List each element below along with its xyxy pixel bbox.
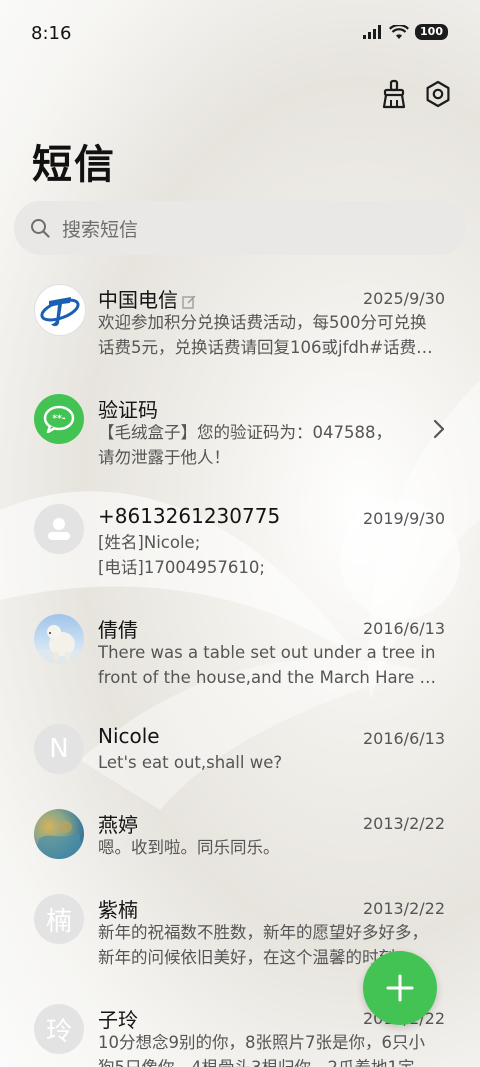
conversation-item[interactable]: +8613261230775 2019/9/30 [姓名]Nicole; [电话…: [0, 492, 480, 602]
contact-name: 倩倩: [98, 618, 138, 642]
person-icon: [48, 518, 70, 540]
search-placeholder: 搜索短信: [62, 218, 139, 241]
message-preview: There was a table set out under a tree i…: [98, 643, 446, 687]
settings-button[interactable]: [420, 76, 456, 112]
conversation-item[interactable]: 中国电信 2025/9/30 欢迎参加积分兑换话费活动，每500分可兑换 话费5…: [0, 272, 480, 382]
edit-icon: [182, 295, 196, 309]
avatar-photo: [34, 821, 84, 859]
chevron-right-icon: [433, 419, 445, 439]
message-date: 2025/9/30: [362, 289, 445, 308]
status-bar: 8:16 100: [0, 0, 480, 68]
battery-indicator: 100: [415, 24, 448, 40]
settings-icon: [426, 80, 450, 108]
message-preview: [姓名]Nicole; [电话]17004957610;: [98, 533, 265, 577]
svg-text:**-: **-: [52, 414, 65, 424]
avatar: N: [34, 724, 84, 774]
message-preview: 【毛绒盒子】您的验证码为：047588， 请勿泄露于他人！: [98, 423, 392, 467]
avatar: [34, 809, 84, 859]
contact-name: 中国电信: [98, 288, 178, 312]
message-date: 2016/6/13: [362, 619, 445, 638]
polar-bear-photo: [34, 625, 84, 664]
avatar: [34, 614, 84, 664]
wifi-icon: [389, 24, 410, 39]
contact-name: Nicole: [98, 724, 160, 748]
avatar: **-: [34, 394, 84, 444]
message-preview: 欢迎参加积分兑换话费活动，每500分可兑换 话费5元，兑换话费请回复106或jf…: [98, 313, 433, 357]
conversation-item[interactable]: 倩倩 2016/6/13 There was a table set out u…: [0, 602, 480, 712]
message-date: 2019/9/30: [362, 509, 445, 528]
contact-name: +8613261230775: [98, 504, 281, 528]
conversation-item[interactable]: **- 验证码 【毛绒盒子】您的验证码为：047588， 请勿泄露于他人！: [0, 382, 480, 492]
china-telecom-logo: [40, 297, 80, 327]
message-date: 2016/6/13: [362, 729, 445, 748]
contact-name: 紫楠: [98, 898, 138, 922]
page-title: 短信: [32, 142, 116, 188]
avatar: 楠: [34, 894, 84, 944]
message-date: 2013/2/22: [362, 814, 445, 833]
search-bar[interactable]: 搜索短信: [14, 201, 466, 255]
avatar: [34, 504, 84, 554]
contact-name: 子玲: [98, 1008, 138, 1032]
contact-name: 燕婷: [98, 813, 138, 837]
message-date: 2013/2/22: [362, 899, 445, 918]
message-preview: Let's eat out,shall we?: [98, 753, 283, 772]
contact-name: 验证码: [98, 398, 158, 422]
broom-icon: [382, 79, 406, 109]
plus-icon: [386, 974, 414, 1002]
signal-icon: [363, 25, 382, 39]
status-time: 8:16: [31, 23, 72, 44]
avatar: 玲: [34, 1004, 84, 1054]
clean-button[interactable]: [376, 76, 412, 112]
search-icon: [30, 217, 52, 239]
compose-button[interactable]: [363, 951, 437, 1025]
message-bubble-icon: **-: [43, 405, 75, 433]
message-preview: 10分想念9别的你，8张照片7张是你，6只小 狗5只像你，4根骨头3根归你，2爪…: [98, 1033, 431, 1067]
avatar: [34, 284, 86, 336]
message-preview: 嗯。收到啦。同乐同乐。: [98, 838, 280, 857]
